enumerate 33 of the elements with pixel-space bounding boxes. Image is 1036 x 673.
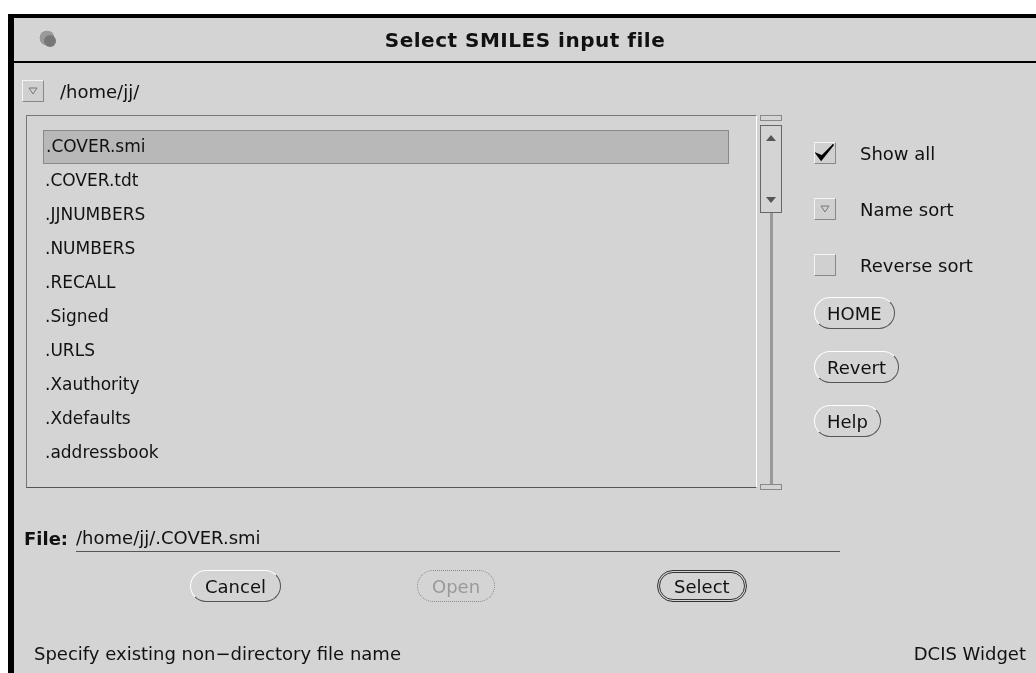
checkmark-icon xyxy=(815,143,835,163)
file-item[interactable]: .Xdefaults xyxy=(43,402,729,436)
file-item[interactable]: .NUMBERS xyxy=(43,232,729,266)
file-input[interactable]: /home/jj/.COVER.smi xyxy=(76,524,841,552)
file-item[interactable]: .Xauthority xyxy=(43,368,729,402)
side-button[interactable]: Help xyxy=(814,405,882,437)
file-item[interactable]: .URLS xyxy=(43,334,729,368)
checkbox[interactable] xyxy=(814,142,836,164)
triangle-down-icon xyxy=(28,87,38,95)
window-menu-icon[interactable] xyxy=(36,28,58,50)
side-button[interactable]: HOME xyxy=(814,297,895,329)
side-button[interactable]: Revert xyxy=(814,351,899,383)
status-message: Specify existing non−directory file name xyxy=(34,642,401,666)
menu-button[interactable] xyxy=(814,198,836,220)
checkbox-label: Reverse sort xyxy=(860,253,973,278)
folder-path: /home/jj/ xyxy=(60,79,140,104)
file-item[interactable]: .JJNUMBERS xyxy=(43,198,729,232)
triangle-down-icon xyxy=(820,205,830,213)
file-item[interactable]: .addressbook xyxy=(43,436,729,470)
scrollbar[interactable] xyxy=(760,115,782,490)
file-item[interactable]: .COVER.smi xyxy=(43,130,729,164)
checkbox-label: Show all xyxy=(860,141,936,166)
scroll-down-icon[interactable] xyxy=(765,196,777,204)
file-item[interactable]: .COVER.tdt xyxy=(43,164,729,198)
sort-menu-label: Name sort xyxy=(860,197,954,222)
status-source: DCIS Widget xyxy=(913,642,1026,666)
file-label: File: xyxy=(24,527,69,551)
scroll-up-icon[interactable] xyxy=(765,134,777,142)
window-title: Select SMILES input file xyxy=(384,26,666,54)
checkbox[interactable] xyxy=(814,254,836,276)
file-item[interactable]: .RECALL xyxy=(43,266,729,300)
file-item[interactable]: .Signed xyxy=(43,300,729,334)
menu-button[interactable] xyxy=(22,80,44,102)
